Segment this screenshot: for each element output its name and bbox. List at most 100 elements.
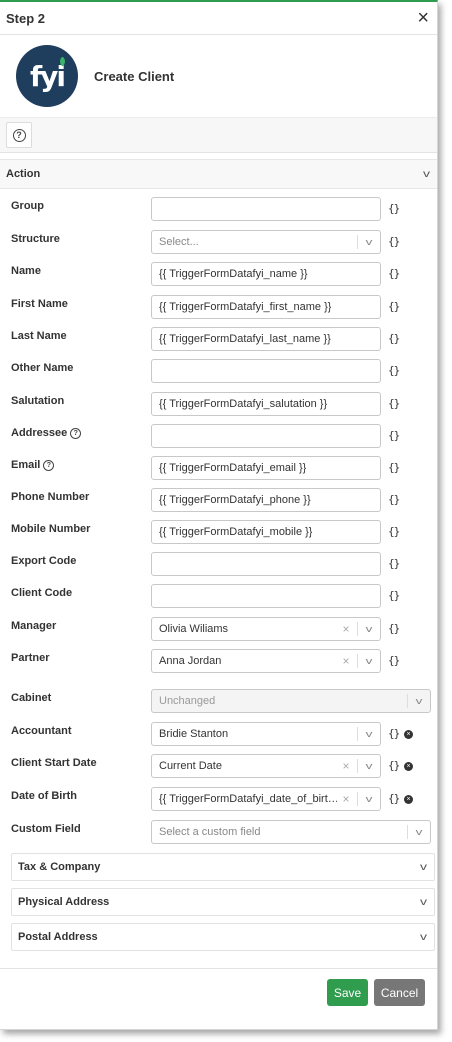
subsection-postal-address[interactable]: Postal Address v — [11, 923, 435, 951]
field-value: {{ TriggerFormDatafyi_phone }} — [159, 494, 311, 506]
field-label-text: Mobile Number — [11, 523, 91, 535]
field-label-text: Partner — [11, 652, 50, 664]
chevron-down-icon: v — [420, 861, 427, 873]
field-value: Olivia Wiliams — [159, 623, 229, 635]
partner-select[interactable]: Anna Jordan × v — [151, 649, 381, 673]
date-of-birth-select[interactable]: {{ TriggerFormDatafyi_date_of_birt… × v — [151, 787, 381, 811]
chevron-down-icon[interactable]: v — [353, 794, 381, 804]
subsection-label: Physical Address — [18, 896, 110, 908]
email-input[interactable]: {{ TriggerFormDatafyi_email }} — [151, 456, 381, 480]
chevron-down-icon[interactable]: v — [353, 729, 381, 739]
remove-field-icon[interactable]: × — [404, 730, 413, 739]
chevron-down-icon[interactable]: v — [403, 696, 431, 706]
insert-variable-icon[interactable]: {} — [388, 267, 400, 280]
insert-variable-icon[interactable]: {} — [388, 493, 400, 506]
section-label: Action — [6, 168, 41, 180]
addressee-input[interactable] — [151, 424, 381, 448]
close-icon[interactable]: × — [417, 8, 429, 28]
field-label: Structure — [11, 233, 60, 245]
field-value: {{ TriggerFormDatafyi_last_name }} — [159, 333, 331, 345]
cancel-button[interactable]: Cancel — [374, 979, 425, 1006]
first-name-input[interactable]: {{ TriggerFormDatafyi_first_name }} — [151, 295, 381, 319]
insert-variable-icon[interactable]: {} — [388, 202, 400, 215]
phone-number-input[interactable]: {{ TriggerFormDatafyi_phone }} — [151, 488, 381, 512]
client-start-date-select[interactable]: Current Date × v — [151, 754, 381, 778]
structure-select[interactable]: Select... v — [151, 230, 381, 254]
insert-variable-icon[interactable]: {} — [388, 622, 400, 635]
field-label: Salutation — [11, 395, 64, 407]
help-icon[interactable]: ? — [43, 460, 55, 471]
select-controls: v — [357, 231, 380, 253]
chevron-down-icon[interactable]: v — [353, 237, 381, 247]
field-label-text: Accountant — [11, 725, 72, 737]
select-controls: × v — [335, 755, 380, 777]
field-label-text: Structure — [11, 233, 60, 245]
insert-variable-icon[interactable]: {} — [388, 235, 400, 248]
field-label: Accountant — [11, 725, 72, 737]
accountant-select[interactable]: Bridie Stanton v — [151, 722, 381, 746]
chevron-down-icon: v — [420, 931, 427, 943]
save-button[interactable]: Save — [327, 979, 368, 1006]
select-controls: × v — [335, 650, 380, 672]
select-controls: × v — [335, 618, 380, 640]
action-section-header[interactable]: Action v — [0, 159, 437, 189]
insert-variable-icon[interactable]: {} — [388, 654, 400, 667]
step-panel: Step 2 × fyi Create Client ? Action v Gr… — [0, 0, 438, 1030]
field-value: {{ TriggerFormDatafyi_mobile }} — [159, 526, 313, 538]
help-button[interactable]: ? — [6, 122, 32, 148]
field-label-text: First Name — [11, 298, 68, 310]
field-label-text: Addressee — [11, 427, 68, 439]
salutation-input[interactable]: {{ TriggerFormDatafyi_salutation }} — [151, 392, 381, 416]
insert-variable-icon[interactable]: {} — [388, 332, 400, 345]
field-placeholder: Select a custom field — [159, 826, 261, 838]
insert-variable-icon[interactable]: {} — [388, 759, 400, 772]
insert-variable-icon[interactable]: {} — [388, 557, 400, 570]
select-controls: v — [357, 723, 380, 745]
field-label: Other Name — [11, 362, 73, 374]
remove-field-icon[interactable]: × — [404, 762, 413, 771]
export-code-input[interactable] — [151, 552, 381, 576]
remove-field-icon[interactable]: × — [404, 795, 413, 804]
manager-select[interactable]: Olivia Wiliams × v — [151, 617, 381, 641]
action-name: Create Client — [94, 68, 175, 84]
field-label-text: Client Code — [11, 587, 73, 599]
select-controls: v — [407, 821, 430, 843]
insert-variable-icon[interactable]: {} — [388, 429, 400, 442]
chevron-down-icon[interactable]: v — [353, 656, 381, 666]
field-value: {{ TriggerFormDatafyi_name }} — [159, 268, 308, 280]
field-label: Client Code — [11, 587, 72, 599]
insert-variable-icon[interactable]: {} — [388, 589, 400, 602]
subsection-label: Tax & Company — [18, 861, 101, 873]
cabinet-select: Unchanged v — [151, 689, 431, 713]
field-label-text: Email — [11, 459, 41, 471]
insert-variable-icon[interactable]: {} — [388, 525, 400, 538]
subsection-physical-address[interactable]: Physical Address v — [11, 888, 435, 916]
other-name-input[interactable] — [151, 359, 381, 383]
insert-variable-icon[interactable]: {} — [388, 461, 400, 474]
field-label: First Name — [11, 298, 68, 310]
help-icon[interactable]: ? — [70, 428, 82, 439]
custom-field-select[interactable]: Select a custom field v — [151, 820, 431, 844]
field-label: Date of Birth — [11, 790, 77, 802]
field-label: Group — [11, 200, 44, 212]
client-code-input[interactable] — [151, 584, 381, 608]
field-value: Unchanged — [159, 695, 216, 707]
chevron-down-icon[interactable]: v — [353, 624, 381, 634]
chevron-down-icon[interactable]: v — [403, 827, 431, 837]
panel-header: Step 2 × — [0, 2, 437, 35]
insert-variable-icon[interactable]: {} — [388, 792, 400, 805]
subsection-tax-company[interactable]: Tax & Company v — [11, 853, 435, 881]
field-label-text: Name — [11, 265, 41, 277]
mobile-number-input[interactable]: {{ TriggerFormDatafyi_mobile }} — [151, 520, 381, 544]
field-label-text: Other Name — [11, 362, 74, 374]
insert-variable-icon[interactable]: {} — [388, 727, 400, 740]
subsection-label: Postal Address — [18, 931, 98, 943]
insert-variable-icon[interactable]: {} — [388, 397, 400, 410]
group-input[interactable] — [151, 197, 381, 221]
chevron-down-icon[interactable]: v — [353, 761, 381, 771]
name-input[interactable]: {{ TriggerFormDatafyi_name }} — [151, 262, 381, 286]
logo-text: fyi — [29, 59, 66, 93]
insert-variable-icon[interactable]: {} — [388, 300, 400, 313]
last-name-input[interactable]: {{ TriggerFormDatafyi_last_name }} — [151, 327, 381, 351]
insert-variable-icon[interactable]: {} — [388, 364, 400, 377]
